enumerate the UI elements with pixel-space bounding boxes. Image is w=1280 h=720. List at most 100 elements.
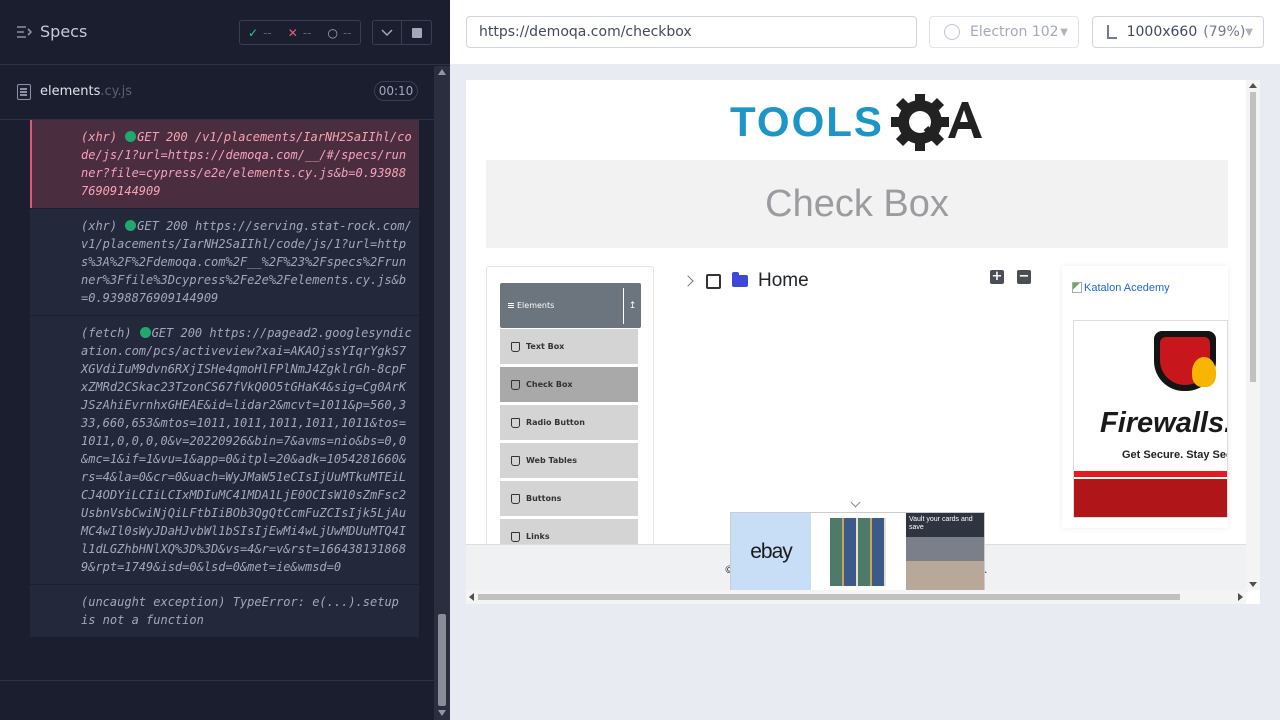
failed-count: -- [302, 25, 312, 40]
ruler-icon [1107, 25, 1117, 39]
sidebar-item-label: Web Tables [526, 456, 577, 465]
command-log-entry[interactable]: (uncaught exception) TypeError: e(...).s… [30, 585, 419, 637]
stop-button[interactable] [402, 20, 432, 45]
pending-count: -- [342, 25, 352, 40]
scroll-down-arrow-icon[interactable] [438, 710, 446, 716]
collapse-arrow-icon[interactable]: ↥ [623, 288, 641, 324]
ad-column: Katalon Acedemy Firewalls.c Get Secure. … [1062, 266, 1228, 528]
spec-file-header[interactable]: elements.cy.js 00:10 [0, 66, 434, 120]
log-entry-type: (fetch) [81, 326, 132, 340]
browser-selector[interactable]: Electron 102 ▼ [929, 16, 1079, 48]
stop-icon [411, 27, 422, 38]
file-icon [17, 84, 31, 100]
log-separator [30, 637, 434, 638]
flame-icon [1192, 357, 1216, 387]
reporter-footer [0, 680, 434, 720]
ad-title: Firewalls.c [1100, 407, 1227, 439]
sidebar-item-label: Text Box [526, 342, 565, 351]
test-stats: ✓ -- ✕ -- ○ -- [239, 20, 361, 45]
sidebar-item-radio-button[interactable]: Radio Button [500, 404, 638, 440]
passed-count: -- [263, 25, 272, 40]
elements-group-header[interactable]: Elements ↥ [500, 283, 641, 328]
pending-icon: ○ [327, 25, 338, 40]
ebay-ad-banner[interactable]: ebay Vault your cards and save [730, 512, 985, 592]
chevron-down-icon: ▼ [1245, 26, 1253, 38]
command-log: (xhr) GET 200 /v1/placements/IarNH2SaIIhl… [0, 120, 434, 680]
sidebar-item-label: Links [526, 532, 550, 541]
sidebar-item-label: Check Box [526, 380, 573, 389]
specs-header: Specs ✓ -- ✕ -- ○ -- [0, 0, 450, 65]
html5-icon [511, 455, 520, 466]
browser-toolbar: https://demoqa.com/checkbox Electron 102… [450, 0, 1280, 64]
reporter-scrollbar[interactable] [434, 66, 450, 720]
expand-all-button[interactable]: + [990, 270, 1004, 284]
katalon-ad-link[interactable]: Katalon Acedemy [1072, 282, 1170, 294]
electron-icon [944, 24, 960, 40]
html5-icon [511, 417, 520, 428]
html5-icon [511, 531, 520, 542]
scrollbar-thumb[interactable] [478, 594, 1180, 600]
page-horizontal-scrollbar[interactable] [466, 590, 1246, 604]
collapse-all-button[interactable]: − [1017, 270, 1031, 284]
promo-text: Vault your cards and save [909, 516, 973, 531]
tree-node-label[interactable]: Home [758, 270, 809, 292]
scroll-down-arrow-icon[interactable] [1249, 582, 1257, 587]
failed-icon: ✕ [287, 25, 298, 40]
home-checkbox[interactable] [706, 273, 721, 289]
chevron-down-icon[interactable] [849, 499, 861, 511]
trading-cards-image [830, 518, 886, 586]
status-dot-icon [125, 131, 137, 142]
specs-list-icon[interactable] [16, 25, 32, 39]
html5-icon [511, 341, 520, 352]
log-entry-type: (xhr) [81, 130, 118, 144]
spec-file-extension: .cy.js [100, 84, 133, 99]
browser-name: Electron 102 [970, 24, 1059, 40]
chevron-down-icon: ▼ [1060, 26, 1068, 38]
scroll-up-arrow-icon[interactable] [438, 69, 446, 75]
chevron-down-icon [381, 28, 393, 36]
firewall-ad-banner[interactable]: Firewalls.c Get Secure. Stay Secur [1073, 320, 1228, 518]
group-header-label: Elements [517, 301, 555, 310]
toolsqa-logo[interactable]: TOOLS [730, 94, 990, 152]
page-vertical-scrollbar[interactable] [1246, 80, 1260, 590]
app-under-test-panel: https://demoqa.com/checkbox Electron 102… [450, 0, 1280, 720]
command-log-entry[interactable]: (fetch) GET 200 https://pagead2.googlesyn… [30, 316, 419, 584]
ad-tagline: Get Secure. Stay Secur [1122, 449, 1227, 461]
left-sidebar: Elements ↥ Text Box Check Box Radio Button… [486, 266, 654, 566]
checkbox-tree-root: Home [682, 268, 809, 294]
html5-icon [511, 493, 520, 504]
vault-promo-image: Vault your cards and save [906, 513, 984, 591]
command-log-entry[interactable]: (xhr) GET 200 /v1/placements/IarNH2SaIIhl… [30, 120, 419, 208]
ad-color-band [1074, 471, 1227, 517]
folder-icon [732, 272, 748, 287]
sidebar-item-web-tables[interactable]: Web Tables [500, 442, 638, 478]
url-bar[interactable]: https://demoqa.com/checkbox [466, 16, 917, 48]
spec-file-name: elements.cy.js [40, 84, 132, 99]
command-log-entry[interactable]: (xhr) GET 200 https://serving.stat-rock.c… [30, 209, 419, 315]
failed-stat: ✕ -- [280, 21, 320, 44]
viewport-scale: (79%) [1203, 24, 1246, 40]
ad-link-text: Katalon Acedemy [1084, 282, 1170, 294]
scroll-left-arrow-icon[interactable] [469, 593, 474, 601]
html5-icon [511, 379, 520, 390]
spec-file-basename: elements [40, 84, 101, 99]
scrollbar-thumb[interactable] [438, 614, 446, 706]
expand-chevron-icon[interactable] [682, 275, 694, 287]
menu-icon [508, 303, 514, 308]
passed-stat: ✓ -- [240, 21, 280, 44]
sidebar-item-buttons[interactable]: Buttons [500, 480, 638, 516]
scrollbar-thumb[interactable] [1250, 92, 1256, 382]
sidebar-item-text-box[interactable]: Text Box [500, 328, 638, 364]
scroll-right-arrow-icon[interactable] [1238, 593, 1243, 601]
specs-title[interactable]: Specs [40, 22, 87, 41]
log-entry-status: GET 200 [137, 219, 188, 233]
log-entry-message: https://pagead2.googlesyndication.com/pc… [81, 326, 412, 574]
toggle-auto-scroll-button[interactable] [372, 20, 402, 45]
viewport-selector[interactable]: 1000x660 (79%) ▼ [1092, 16, 1264, 48]
page-title: Check Box [486, 160, 1228, 248]
log-entry-status: GET 200 [151, 326, 203, 340]
scroll-up-arrow-icon[interactable] [1249, 83, 1257, 88]
sidebar-item-check-box[interactable]: Check Box [500, 366, 638, 402]
ebay-logo: ebay [731, 513, 811, 591]
log-entry-message: https://serving.stat-rock.com/v1/placeme… [81, 219, 412, 305]
